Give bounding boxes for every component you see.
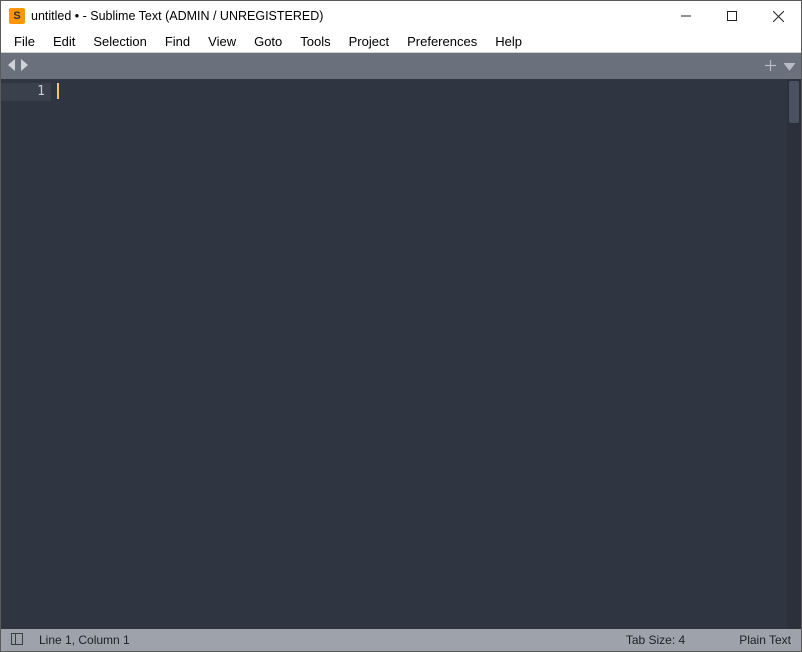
window-controls xyxy=(663,1,801,31)
minimize-button[interactable] xyxy=(663,1,709,31)
tab-menu-button[interactable] xyxy=(784,59,795,74)
menu-view[interactable]: View xyxy=(199,32,245,51)
window-title: untitled • - Sublime Text (ADMIN / UNREG… xyxy=(31,9,323,23)
status-tab-size[interactable]: Tab Size: 4 xyxy=(626,633,685,647)
menu-preferences[interactable]: Preferences xyxy=(398,32,486,51)
menu-tools[interactable]: Tools xyxy=(291,32,339,51)
close-button[interactable] xyxy=(755,1,801,31)
chevron-left-icon xyxy=(7,59,17,71)
scrollbar-thumb[interactable] xyxy=(789,81,799,123)
menu-find[interactable]: Find xyxy=(156,32,199,51)
status-position[interactable]: Line 1, Column 1 xyxy=(39,633,130,647)
plus-icon xyxy=(765,60,776,71)
menu-project[interactable]: Project xyxy=(340,32,398,51)
status-syntax[interactable]: Plain Text xyxy=(739,633,791,647)
app-window: S untitled • - Sublime Text (ADMIN / UNR… xyxy=(0,0,802,652)
tab-strip xyxy=(1,53,801,79)
chevron-down-icon xyxy=(784,63,795,71)
new-tab-button[interactable] xyxy=(765,59,776,74)
editor-area: 1 xyxy=(1,79,801,629)
menu-edit[interactable]: Edit xyxy=(44,32,84,51)
text-cursor xyxy=(57,83,59,99)
panel-icon xyxy=(11,633,23,645)
tab-nav xyxy=(7,59,29,74)
menu-selection[interactable]: Selection xyxy=(84,32,155,51)
maximize-icon xyxy=(727,11,737,21)
tab-next-button[interactable] xyxy=(19,59,29,74)
menu-help[interactable]: Help xyxy=(486,32,531,51)
close-icon xyxy=(773,11,784,22)
menu-goto[interactable]: Goto xyxy=(245,32,291,51)
tab-prev-button[interactable] xyxy=(7,59,17,74)
sidebar-toggle-button[interactable] xyxy=(11,633,27,648)
minimize-icon xyxy=(681,11,691,21)
menu-file[interactable]: File xyxy=(5,32,44,51)
app-icon: S xyxy=(9,8,25,24)
chevron-right-icon xyxy=(19,59,29,71)
line-number-1: 1 xyxy=(1,83,51,101)
title-bar: S untitled • - Sublime Text (ADMIN / UNR… xyxy=(1,1,801,31)
maximize-button[interactable] xyxy=(709,1,755,31)
vertical-scrollbar[interactable] xyxy=(787,79,801,629)
status-bar: Line 1, Column 1 Tab Size: 4 Plain Text xyxy=(1,629,801,651)
code-area[interactable] xyxy=(51,79,787,629)
menu-bar: File Edit Selection Find View Goto Tools… xyxy=(1,31,801,53)
line-number-gutter[interactable]: 1 xyxy=(1,79,51,629)
